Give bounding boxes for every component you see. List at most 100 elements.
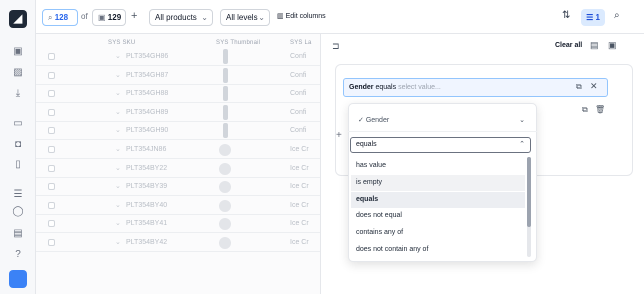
clear-all-button[interactable]: Clear all [555,42,582,49]
product-thumbnail [219,162,231,175]
app-logo-icon[interactable]: ◢ [9,10,27,28]
column-header-sku[interactable]: SYS SKU [108,40,135,46]
product-grid: SYS SKU SYS Thumbnail SYS La ⌄ PLT354GH86… [36,34,320,294]
row-checkbox[interactable] [48,220,55,228]
operator-option[interactable]: does not equal [351,208,525,224]
row-checkbox[interactable] [48,201,55,209]
row-checkbox[interactable] [48,146,55,153]
book-icon[interactable]: ▯ [12,159,24,171]
chart-icon[interactable]: ▤ [12,228,24,240]
row-checkbox[interactable] [48,53,55,60]
close-icon[interactable]: ✕ [590,81,598,92]
table-row[interactable]: ⌄ PLT354GH86 Confi [36,48,320,66]
levels-dropdown[interactable]: All levels ⌄ [220,9,270,26]
search-icon[interactable]: ⌕ [614,10,620,21]
row-checkbox[interactable] [48,183,55,191]
chevron-down-icon[interactable]: ⌄ [115,89,121,97]
operator-option[interactable]: has value [351,158,525,174]
duplicate-icon[interactable]: ⧉ [582,105,588,115]
edit-columns-label: Edit columns [285,13,326,20]
operator-option[interactable]: does not contain any of [351,242,525,258]
divider [348,131,537,132]
filter-button[interactable]: ☰ 1 [581,9,605,26]
row-sku: PLT354BY22 [126,164,168,172]
chevron-up-icon: ⌃ [519,141,525,148]
row-sku: PLT354GH89 [126,108,169,116]
bag-icon[interactable]: ◘ [12,139,24,151]
filter-condition-field[interactable]: Gender equals select value... [343,78,608,97]
current-count-field[interactable]: ⌕ 128 [42,9,78,26]
row-checkbox[interactable] [48,108,55,116]
chevron-down-icon[interactable]: ⌄ [115,145,121,153]
add-filter-icon[interactable]: + [336,130,342,141]
list-icon[interactable]: ▤ [590,40,599,51]
table-row[interactable]: ⌄ PLT354GH88 Confi [36,85,320,104]
chevron-down-icon[interactable]: ⌄ [115,164,121,172]
total-count-field[interactable]: ▣ 129 [92,9,126,26]
row-label: Confi [290,108,307,116]
chevron-down-icon[interactable]: ⌄ [115,108,121,116]
table-row[interactable]: ⌄ PLT354BY39 Ice Cr [36,178,320,197]
chevron-down-icon[interactable]: ⌄ [115,219,121,227]
row-checkbox[interactable] [48,90,55,98]
product-thumbnail [223,104,228,120]
products-dropdown-label: All products [155,13,197,22]
operator-option[interactable]: equals [351,191,525,208]
filter-icon: ☰ [586,13,594,22]
table-row[interactable]: ⌄ PLT354GH89 Confi [36,104,320,122]
scrollbar-thumb[interactable] [527,157,531,227]
column-header-thumbnail[interactable]: SYS Thumbnail [216,40,260,46]
chevron-down-icon[interactable]: ⌄ [115,182,121,190]
table-row[interactable]: ⌄ PLT354BY40 Ice Cr [36,197,320,215]
operator-option[interactable]: is empty [351,174,525,191]
product-thumbnail [219,218,231,231]
product-thumbnail [223,123,228,139]
filter-count: 1 [595,13,600,22]
image-icon[interactable]: ▨ [12,67,24,79]
product-thumbnail [223,86,228,102]
active-nav-icon[interactable] [9,270,27,288]
table-row[interactable]: ⌄ PLT354BY42 Ice Cr [36,234,320,252]
collapse-panel-icon[interactable]: ⊐ [332,41,340,52]
row-sku: PLT354JN86 [126,146,167,153]
row-label: Ice Cr [290,201,309,209]
download-icon[interactable]: ⤓ [12,88,24,100]
row-label: Ice Cr [290,146,309,153]
help-icon[interactable]: ? [12,249,24,261]
inbox-icon[interactable]: ▭ [12,118,24,130]
chevron-down-icon[interactable]: ⌄ [115,71,121,79]
copy-icon[interactable]: ⧉ [576,82,582,92]
products-dropdown[interactable]: All products ⌄ [149,9,213,26]
chevron-down-icon[interactable]: ⌄ [115,126,121,134]
field-selector[interactable]: ✓ Gender ⌄ [354,113,529,128]
chevron-down-icon[interactable]: ⌄ [115,52,121,60]
operator-option[interactable]: contains any of [351,225,525,241]
table-row[interactable]: ⌄ PLT354BY22 Ice Cr [36,160,320,178]
operator-search-input[interactable]: equals ⌃ [350,137,531,153]
add-icon[interactable]: + [131,10,137,22]
field-selector-label: Gender [365,117,390,124]
chevron-down-icon[interactable]: ⌄ [115,238,121,246]
trash-icon[interactable]: 🗑 [595,105,605,114]
sort-icon[interactable]: ⇅ [562,10,570,21]
table-row[interactable]: ⌄ PLT354GH87 Confi [36,67,320,85]
calendar-icon: ▣ [98,13,106,22]
product-thumbnail [223,49,228,64]
row-checkbox[interactable] [48,127,55,135]
columns-icon: ▥ [277,13,284,20]
sliders-icon[interactable]: ☰ [12,189,24,201]
row-checkbox[interactable] [48,164,55,172]
calendar-icon[interactable]: ▣ [12,46,24,58]
of-label: of [81,12,88,21]
table-row[interactable]: ⌄ PLT354JN86 Ice Cr [36,141,320,159]
chat-icon[interactable]: ◯ [12,206,24,218]
row-checkbox[interactable] [48,71,55,79]
table-row[interactable]: ⌄ PLT354BY41 Ice Cr [36,215,320,234]
column-header-label[interactable]: SYS La [290,40,312,46]
check-icon: ✓ [358,117,364,124]
chevron-down-icon[interactable]: ⌄ [115,201,121,209]
save-icon[interactable]: ▣ [608,40,617,51]
row-checkbox[interactable] [48,239,55,246]
table-row[interactable]: ⌄ PLT354GH90 Confi [36,122,320,141]
edit-columns-button[interactable]: ▥ Edit columns [277,12,326,20]
